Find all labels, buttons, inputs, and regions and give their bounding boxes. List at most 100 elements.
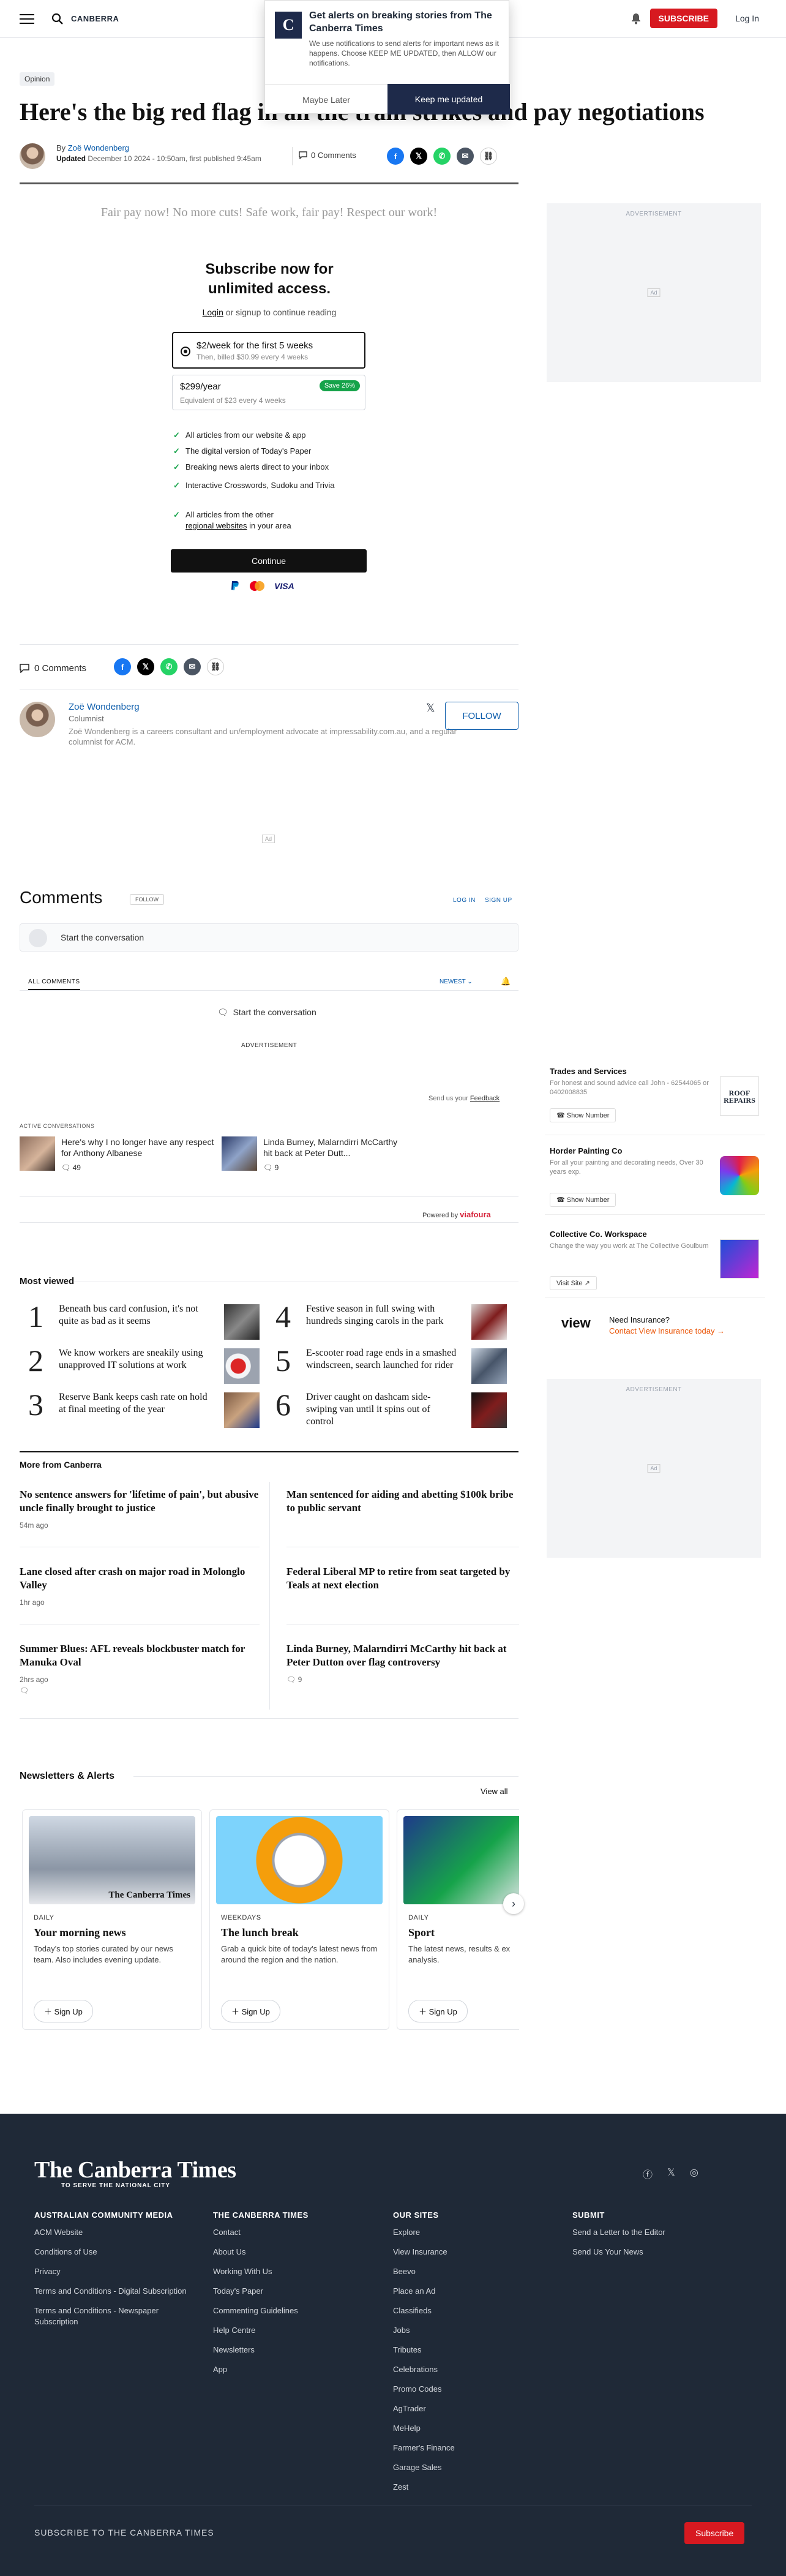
subscribe-button[interactable]: SUBSCRIBE <box>649 9 717 28</box>
insurance-cta[interactable]: Contact View Insurance today → <box>609 1326 768 1335</box>
story-item[interactable]: Linda Burney, Malarndirri McCarthy hit b… <box>286 1642 519 1684</box>
signup-button[interactable]: ＋ Sign Up <box>221 2000 280 2022</box>
signup-button[interactable]: ＋ Sign Up <box>408 2000 468 2022</box>
keep-me-updated-button[interactable]: Keep me updated <box>387 84 510 115</box>
signup-button[interactable]: ＋ Sign Up <box>34 2000 93 2022</box>
footer-link[interactable]: Privacy <box>34 2266 200 2277</box>
view-all-link[interactable]: View all <box>481 1787 508 1796</box>
search-icon[interactable] <box>51 13 64 25</box>
regional-websites-link[interactable]: regional websites <box>185 521 247 530</box>
footer-link[interactable]: Garage Sales <box>393 2462 558 2473</box>
footer-link[interactable]: Working With Us <box>213 2266 378 2277</box>
story-item[interactable]: Man sentenced for aiding and abetting $1… <box>286 1488 519 1515</box>
start-conversation[interactable]: 🗨 Start the conversation <box>217 1007 316 1018</box>
author-avatar[interactable] <box>20 702 55 737</box>
footer-link[interactable]: Zest <box>393 2482 558 2493</box>
footer-link[interactable]: Place an Ad <box>393 2286 558 2297</box>
x-icon[interactable]: 𝕏 <box>667 2166 675 2181</box>
conversation-item[interactable]: Linda Burney, Malarndirri McCarthy hit b… <box>222 1136 424 1173</box>
sponsored-listing[interactable]: Trades and Services For honest and sound… <box>545 1067 765 1135</box>
brand-name[interactable]: CANBERRA <box>71 14 119 23</box>
story-item[interactable]: Summer Blues: AFL reveals blockbuster ma… <box>20 1642 260 1695</box>
comments-signup-link[interactable]: SIGN UP <box>485 897 512 904</box>
most-viewed-item[interactable]: 6 Driver caught on dashcam side-swiping v… <box>275 1388 511 1430</box>
link-icon[interactable]: ⛓ <box>480 148 497 165</box>
footer-link[interactable]: AgTrader <box>393 2403 558 2414</box>
viafoura-logo[interactable]: viafoura <box>460 1210 491 1219</box>
carousel-next-button[interactable]: › <box>503 1893 524 1914</box>
bell-icon[interactable]: 🔔 <box>501 977 511 986</box>
follow-author-button[interactable]: FOLLOW <box>445 702 518 730</box>
maybe-later-button[interactable]: Maybe Later <box>265 84 387 115</box>
show-number-button[interactable]: ☎ Show Number <box>550 1193 616 1207</box>
footer-link[interactable]: Terms and Conditions - Digital Subscript… <box>34 2286 200 2297</box>
footer-link[interactable]: View Insurance <box>393 2247 558 2258</box>
footer-link[interactable]: Terms and Conditions - Newspaper Subscri… <box>34 2305 200 2327</box>
footer-link[interactable]: About Us <box>213 2247 378 2258</box>
most-viewed-item[interactable]: 2 We know workers are sneakily using unap… <box>28 1343 264 1386</box>
visit-site-button[interactable]: Visit Site ↗ <box>550 1276 597 1290</box>
sponsored-listing[interactable]: Collective Co. Workspace Change the way … <box>545 1230 765 1298</box>
login-link[interactable]: Log In <box>735 13 759 23</box>
continue-button[interactable]: Continue <box>171 549 367 573</box>
footer-link[interactable]: Celebrations <box>393 2364 558 2375</box>
footer-link[interactable]: MeHelp <box>393 2423 558 2434</box>
x-icon[interactable]: 𝕏 <box>410 148 427 165</box>
most-viewed-item[interactable]: 3 Reserve Bank keeps cash rate on hold at… <box>28 1388 264 1430</box>
most-viewed-item[interactable]: 4 Festive season in full swing with hundr… <box>275 1299 511 1342</box>
x-icon[interactable]: 𝕏 <box>137 658 154 675</box>
feedback-link[interactable]: Feedback <box>470 1095 500 1102</box>
facebook-icon[interactable]: f <box>387 148 404 165</box>
comments-link[interactable]: 0 Comments <box>20 663 86 674</box>
comments-login-link[interactable]: LOG IN <box>453 897 476 904</box>
facebook-icon[interactable]: f <box>114 658 131 675</box>
author-name[interactable]: Zoë Wondenberg <box>69 702 140 712</box>
footer-link[interactable]: Promo Codes <box>393 2384 558 2395</box>
plan-weekly[interactable]: $2/week for the first 5 weeks Then, bill… <box>172 332 365 369</box>
footer-link[interactable]: Beevo <box>393 2266 558 2277</box>
comments-follow-button[interactable]: FOLLOW <box>130 894 165 905</box>
link-icon[interactable]: ⛓ <box>207 658 224 675</box>
email-icon[interactable]: ✉ <box>184 658 201 675</box>
footer-link[interactable]: Commenting Guidelines <box>213 2305 378 2316</box>
plan-weekly-radio[interactable] <box>181 347 190 356</box>
insurance-ad[interactable]: view Need Insurance? Contact View Insura… <box>561 1315 725 1335</box>
show-number-button[interactable]: ☎ Show Number <box>550 1108 616 1122</box>
whatsapp-icon[interactable]: ✆ <box>160 658 178 675</box>
footer-link[interactable]: Farmer's Finance <box>393 2443 558 2454</box>
author-link[interactable]: Zoë Wondenberg <box>68 143 129 152</box>
menu-icon[interactable] <box>20 13 34 24</box>
footer-link[interactable]: Classifieds <box>393 2305 558 2316</box>
footer-link[interactable]: App <box>213 2364 378 2375</box>
whatsapp-icon[interactable]: ✆ <box>433 148 451 165</box>
most-viewed-item[interactable]: 5 E-scooter road rage ends in a smashed w… <box>275 1343 511 1386</box>
footer-link[interactable]: Conditions of Use <box>34 2247 200 2258</box>
most-viewed-item[interactable]: 1 Beneath bus card confusion, it's not qu… <box>28 1299 264 1342</box>
footer-link[interactable]: Contact <box>213 2227 378 2238</box>
footer-link[interactable]: Explore <box>393 2227 558 2238</box>
email-icon[interactable]: ✉ <box>457 148 474 165</box>
footer-link[interactable]: Tributes <box>393 2345 558 2356</box>
category-tag[interactable]: Opinion <box>20 72 55 86</box>
paywall-login-link[interactable]: Login <box>203 307 223 317</box>
footer-link[interactable]: Jobs <box>393 2325 558 2336</box>
conversation-item[interactable]: Here's why I no longer have any respect … <box>20 1136 222 1173</box>
x-icon[interactable]: 𝕏 <box>426 702 435 715</box>
instagram-icon[interactable]: ◎ <box>690 2166 698 2181</box>
footer-link[interactable]: ACM Website <box>34 2227 200 2238</box>
comment-input[interactable]: Start the conversation <box>20 923 518 952</box>
plan-yearly[interactable]: $299/year Equivalent of $23 every 4 week… <box>172 375 365 410</box>
tab-all-comments[interactable]: ALL COMMENTS <box>28 978 80 990</box>
story-item[interactable]: Lane closed after crash on major road in… <box>20 1565 260 1607</box>
story-item[interactable]: Federal Liberal MP to retire from seat t… <box>286 1565 519 1592</box>
bell-icon[interactable] <box>631 12 642 24</box>
footer-link[interactable]: Newsletters <box>213 2345 378 2356</box>
footer-link[interactable]: Help Centre <box>213 2325 378 2336</box>
comments-link[interactable]: 0 Comments <box>299 151 356 160</box>
footer-subscribe-button[interactable]: Subscribe <box>684 2522 745 2544</box>
footer-logo[interactable]: The Canberra Times <box>34 2157 236 2184</box>
sponsored-listing[interactable]: Horder Painting Co For all your painting… <box>545 1146 765 1215</box>
sort-newest[interactable]: NEWEST ⌄ <box>440 978 473 985</box>
facebook-icon[interactable]: ⓕ <box>643 2166 653 2181</box>
footer-link[interactable]: Send Us Your News <box>572 2247 738 2258</box>
